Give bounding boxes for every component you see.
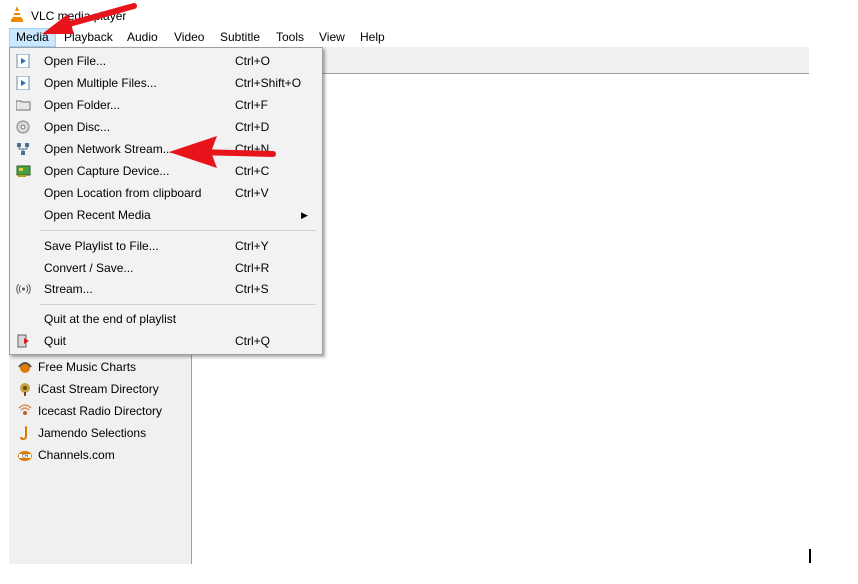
menu-subtitle[interactable]: Subtitle bbox=[214, 29, 266, 46]
menu-item-label: Quit bbox=[44, 334, 67, 348]
sidebar-item-label: Icecast Radio Directory bbox=[38, 404, 163, 418]
menu-item-label: Quit at the end of playlist bbox=[44, 312, 177, 326]
menu-item-label: Open Capture Device... bbox=[44, 164, 170, 178]
menu-item-open-folder[interactable]: Open Folder... Ctrl+F bbox=[10, 95, 322, 115]
menu-video[interactable]: Video bbox=[168, 29, 210, 46]
channels-icon: CH bbox=[18, 451, 32, 461]
menu-item-label: Open File... bbox=[44, 54, 107, 68]
menu-item-label: Open Folder... bbox=[44, 98, 121, 112]
disc-icon bbox=[16, 120, 30, 134]
sidebar-item-label: Jamendo Selections bbox=[38, 426, 147, 440]
menu-item-shortcut: Ctrl+Y bbox=[235, 239, 269, 253]
play-file-icon bbox=[16, 54, 30, 68]
sidebar-item-label: iCast Stream Directory bbox=[38, 382, 159, 396]
menu-item-shortcut: Ctrl+O bbox=[235, 54, 271, 68]
vlc-cone-icon bbox=[11, 6, 23, 22]
svg-text:CH: CH bbox=[22, 454, 28, 459]
stream-icon bbox=[16, 283, 31, 295]
menu-item-label: Open Location from clipboard bbox=[44, 186, 202, 200]
menu-item-open-location-clipboard[interactable]: Open Location from clipboard Ctrl+V bbox=[10, 183, 322, 203]
menu-help[interactable]: Help bbox=[354, 29, 391, 46]
media-dropdown-menu: Open File... Ctrl+O Open Multiple Files.… bbox=[9, 47, 323, 355]
annotation-arrow-icon bbox=[169, 136, 276, 168]
folder-icon bbox=[16, 100, 31, 111]
menu-item-stream[interactable]: Stream... Ctrl+S bbox=[10, 279, 322, 299]
menu-item-label: Stream... bbox=[44, 282, 93, 296]
menu-item-shortcut: Ctrl+R bbox=[235, 261, 270, 275]
menu-item-open-file[interactable]: Open File... Ctrl+O bbox=[10, 51, 322, 71]
menu-item-open-recent-media[interactable]: Open Recent Media ▶ bbox=[10, 205, 322, 225]
menu-item-label: Open Multiple Files... bbox=[44, 76, 157, 90]
menu-item-label: Open Network Stream... bbox=[44, 142, 173, 156]
network-icon bbox=[17, 143, 29, 155]
menu-tools[interactable]: Tools bbox=[270, 29, 310, 46]
menu-item-quit[interactable]: Quit Ctrl+Q bbox=[10, 331, 322, 351]
menu-separator bbox=[40, 304, 316, 305]
icecast-icon bbox=[18, 404, 32, 415]
annotation-arrow-icon bbox=[42, 3, 137, 34]
menu-item-label: Save Playlist to File... bbox=[44, 239, 159, 253]
text-cursor bbox=[809, 549, 811, 563]
sidebar-item-label: Free Music Charts bbox=[38, 360, 137, 374]
menu-item-save-playlist[interactable]: Save Playlist to File... Ctrl+Y bbox=[10, 236, 322, 256]
menu-separator bbox=[40, 230, 316, 231]
music-charts-icon bbox=[18, 362, 32, 373]
play-file-icon bbox=[16, 76, 30, 90]
menu-item-shortcut: Ctrl+S bbox=[235, 282, 269, 296]
menu-item-label: Convert / Save... bbox=[44, 261, 134, 275]
menu-item-shortcut: Ctrl+Q bbox=[235, 334, 271, 348]
menu-item-shortcut: Ctrl+F bbox=[235, 98, 268, 112]
menu-item-open-multiple-files[interactable]: Open Multiple Files... Ctrl+Shift+O bbox=[10, 73, 322, 93]
submenu-arrow-icon: ▶ bbox=[301, 210, 308, 220]
sidebar-item-label: Channels.com bbox=[38, 448, 115, 462]
capture-card-icon bbox=[16, 165, 31, 177]
jamendo-icon bbox=[20, 426, 28, 440]
menu-item-label: Open Recent Media bbox=[44, 208, 151, 222]
quit-icon bbox=[17, 334, 29, 348]
menu-view[interactable]: View bbox=[313, 29, 351, 46]
menu-item-quit-end-playlist[interactable]: Quit at the end of playlist bbox=[10, 309, 322, 329]
menu-item-label: Open Disc... bbox=[44, 120, 111, 134]
icast-icon bbox=[20, 383, 30, 396]
menu-item-shortcut: Ctrl+V bbox=[235, 186, 269, 200]
menu-item-convert-save[interactable]: Convert / Save... Ctrl+R bbox=[10, 258, 322, 278]
menu-item-shortcut: Ctrl+Shift+O bbox=[235, 76, 302, 90]
